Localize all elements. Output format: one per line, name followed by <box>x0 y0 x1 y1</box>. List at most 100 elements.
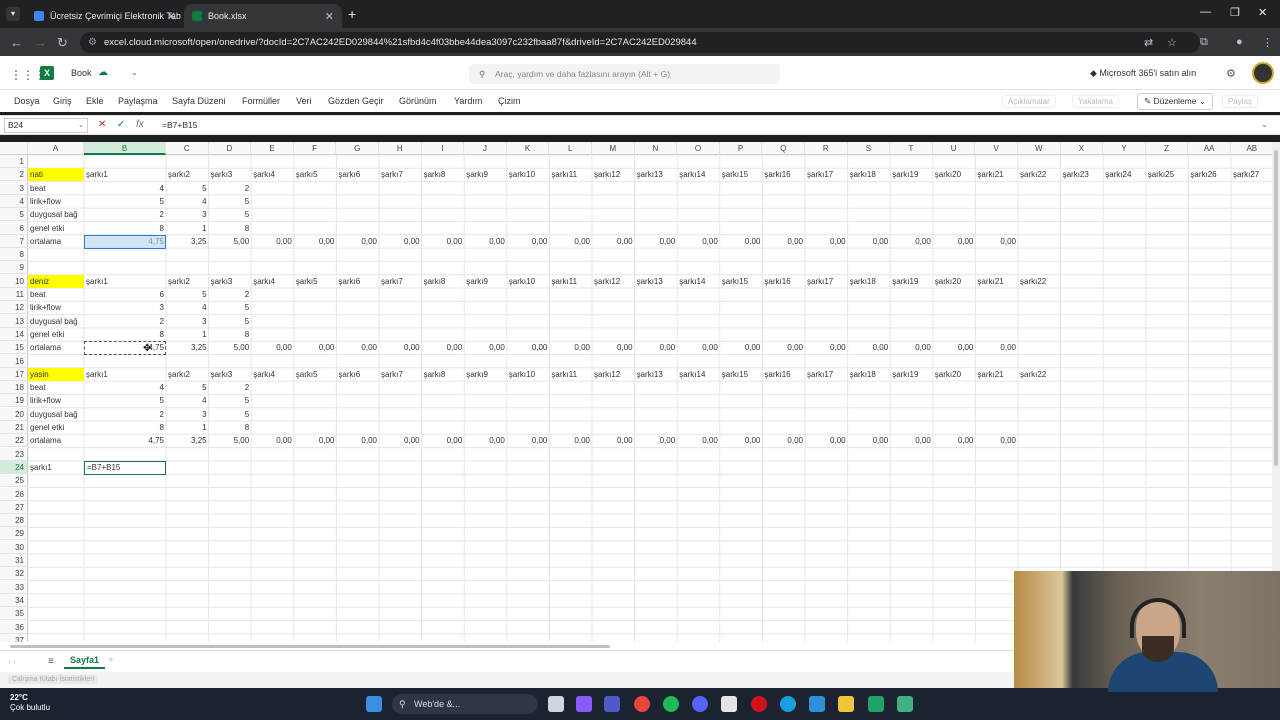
tab-veri[interactable]: Veri <box>296 96 312 106</box>
row-header[interactable]: 22 <box>0 434 28 448</box>
table-cell[interactable]: 5 <box>166 381 209 394</box>
table-cell[interactable]: şarkı4 <box>251 275 294 288</box>
table-cell[interactable]: şarkı10 <box>507 168 550 181</box>
table-cell[interactable]: şarkı19 <box>890 368 933 381</box>
sheet-tab-sayfa1[interactable]: Sayfa1 <box>64 655 106 669</box>
row-header[interactable]: 16 <box>0 354 28 368</box>
reload-icon[interactable]: ↻ <box>57 35 68 51</box>
row-header[interactable]: 10 <box>0 274 28 288</box>
workbook-statistics[interactable]: Çalışma Kitabı İstatistikleri <box>8 675 99 684</box>
table-cell[interactable]: 0,00 <box>720 235 763 248</box>
table-cell[interactable]: 0,00 <box>549 235 592 248</box>
table-cell[interactable]: 0,00 <box>251 341 294 354</box>
close-icon[interactable]: ✕ <box>167 10 176 23</box>
editing-mode-button[interactable]: ✎ Düzenleme ⌄ <box>1137 93 1213 110</box>
table-cell[interactable]: 0,00 <box>890 434 933 447</box>
table-cell[interactable]: 5,00 <box>209 341 252 354</box>
table-cell[interactable]: şarkı8 <box>422 168 465 181</box>
table-cell[interactable]: lirik+flow <box>28 394 84 407</box>
table-cell[interactable]: 0,00 <box>464 434 507 447</box>
table-cell[interactable]: şarkı16 <box>762 275 805 288</box>
row-header[interactable]: 26 <box>0 487 28 501</box>
table-cell[interactable]: duygusal bağ <box>28 408 84 421</box>
table-cell[interactable]: şarkı7 <box>379 368 422 381</box>
new-tab-button[interactable]: + <box>348 6 356 22</box>
table-cell[interactable]: 0,00 <box>507 434 550 447</box>
table-cell[interactable]: beat <box>28 288 84 301</box>
column-header[interactable]: T <box>890 142 933 155</box>
table-cell[interactable]: 5 <box>209 208 252 221</box>
table-cell[interactable]: 0,00 <box>294 235 337 248</box>
table-cell[interactable]: şarkı11 <box>549 368 592 381</box>
profile-icon[interactable]: ● <box>1236 36 1243 48</box>
table-cell[interactable]: 8 <box>209 222 252 235</box>
table-cell[interactable]: 0,00 <box>677 235 720 248</box>
back-icon[interactable]: ← <box>10 35 23 50</box>
spotify-icon[interactable] <box>663 696 679 712</box>
table-cell[interactable]: şarkı20 <box>933 168 976 181</box>
table-cell[interactable]: 8 <box>84 421 166 434</box>
table-cell[interactable]: şarkı1 <box>84 368 166 381</box>
table-cell[interactable]: şarkı18 <box>848 168 891 181</box>
table-cell[interactable]: 0,00 <box>251 434 294 447</box>
sheet-nav-arrows[interactable]: ‹ › <box>8 657 16 666</box>
row-header[interactable]: 5 <box>0 208 28 222</box>
column-header[interactable]: K <box>506 142 550 155</box>
table-cell[interactable]: 0,00 <box>592 235 635 248</box>
table-cell[interactable]: 0,00 <box>422 235 465 248</box>
table-cell[interactable]: şarkı6 <box>336 275 379 288</box>
table-cell[interactable]: beat <box>28 182 84 195</box>
catch-up-button[interactable]: Yakalama <box>1072 95 1119 108</box>
close-window-icon[interactable]: ✕ <box>1258 6 1267 19</box>
table-cell[interactable]: şarkı2 <box>166 168 209 181</box>
forward-icon[interactable]: → <box>34 35 47 50</box>
table-cell[interactable]: 0,00 <box>635 341 678 354</box>
table-cell[interactable]: şarkı12 <box>592 368 635 381</box>
avatar[interactable] <box>1252 62 1274 84</box>
sheet-list-icon[interactable]: ≡ <box>48 656 54 667</box>
table-cell[interactable]: nati <box>28 168 84 182</box>
table-cell[interactable]: 0,00 <box>549 434 592 447</box>
row-header[interactable]: 3 <box>0 181 28 195</box>
table-cell[interactable]: şarkı18 <box>848 368 891 381</box>
row-header[interactable]: 30 <box>0 540 28 554</box>
row-header[interactable]: 1 <box>0 155 28 168</box>
table-cell[interactable]: şarkı2 <box>166 275 209 288</box>
table-cell[interactable]: 0,00 <box>294 341 337 354</box>
table-cell[interactable]: şarkı5 <box>294 168 337 181</box>
wechat-icon[interactable] <box>868 696 884 712</box>
table-cell[interactable]: 0,00 <box>677 341 720 354</box>
table-cell[interactable]: şarkı11 <box>549 168 592 181</box>
row-header[interactable]: 11 <box>0 288 28 301</box>
table-cell[interactable]: 3 <box>166 315 209 328</box>
table-cell[interactable]: 5,00 <box>209 434 252 447</box>
start-icon[interactable] <box>366 696 382 712</box>
row-header[interactable]: 19 <box>0 394 28 408</box>
row-header[interactable]: 12 <box>0 301 28 315</box>
column-header[interactable]: B <box>84 142 166 155</box>
row-header[interactable]: 21 <box>0 421 28 434</box>
taskbar-search[interactable]: ⚲ Web'de &... <box>392 694 538 714</box>
table-cell[interactable]: şarkı5 <box>294 275 337 288</box>
search-input[interactable]: ⚲ Araç, yardım ve daha fazlasını arayın … <box>469 64 780 84</box>
table-cell[interactable]: 4 <box>166 394 209 407</box>
tab-cizim[interactable]: Çizim <box>498 96 521 106</box>
bookmark-star-icon[interactable]: ☆ <box>1167 36 1177 49</box>
table-cell[interactable]: ortalama <box>28 341 84 354</box>
table-cell[interactable]: şarkı16 <box>762 168 805 181</box>
horizontal-scroll-thumb[interactable] <box>10 645 610 648</box>
name-box[interactable]: B24 ⌄ <box>4 118 88 133</box>
table-cell[interactable]: 1 <box>166 222 209 235</box>
tab-dosya[interactable]: Dosya <box>14 96 40 106</box>
row-header[interactable]: 36 <box>0 620 28 634</box>
table-cell[interactable]: 0,00 <box>507 235 550 248</box>
row-header[interactable]: 9 <box>0 261 28 275</box>
table-cell[interactable]: şarkı7 <box>379 275 422 288</box>
table-cell[interactable]: şarkı17 <box>805 168 848 181</box>
row-header[interactable]: 24 <box>0 460 28 474</box>
vertical-scroll-thumb[interactable] <box>1274 150 1278 466</box>
table-cell[interactable]: 8 <box>84 328 166 341</box>
confirm-icon[interactable]: ✓ <box>117 119 125 130</box>
table-cell[interactable]: 3,25 <box>166 341 209 354</box>
table-cell[interactable]: duygusal bağ <box>28 315 84 328</box>
